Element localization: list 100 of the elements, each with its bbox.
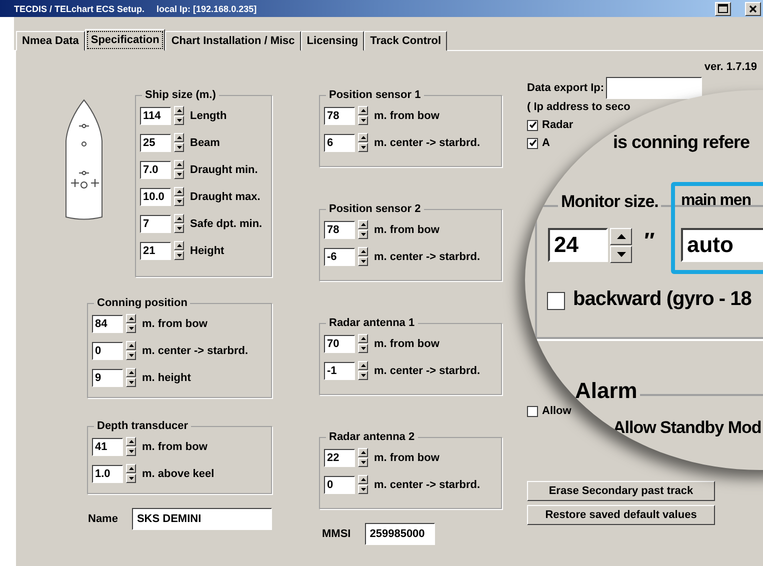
spin-down-button[interactable] [358,257,368,266]
data-export-field[interactable] [606,77,702,99]
spin-up-button[interactable] [126,368,136,377]
spin-up-button[interactable] [126,314,136,323]
number-field[interactable]: 70 [324,334,355,352]
spin-down-button[interactable] [126,351,136,360]
number-field[interactable]: 25 [140,134,171,152]
spin-down-button[interactable] [174,170,184,179]
number-field[interactable]: 22 [324,448,355,466]
mmsi-field[interactable]: 259985000 [364,523,435,545]
spin-up-button[interactable] [126,341,136,350]
field-label: m. from bow [142,318,208,330]
spin-down-button[interactable] [358,116,368,125]
checkbox[interactable] [527,120,538,130]
spin-down-button[interactable] [610,246,632,263]
spin-up-button[interactable] [610,228,632,245]
close-button[interactable] [745,2,761,16]
down-arrow-icon [360,461,366,464]
spin-up-button[interactable] [174,214,184,223]
number-field[interactable]: 21 [140,242,171,260]
number-field[interactable]: 0 [324,476,355,494]
checkbox[interactable] [527,138,538,148]
tab[interactable]: Nmea Data [16,31,85,51]
number-field[interactable]: 78 [324,106,355,124]
spin-down-button[interactable] [174,224,184,233]
spin-down-button[interactable] [126,378,136,387]
spin-up-button[interactable] [126,437,136,446]
number-field[interactable]: 6 [324,134,355,152]
spin-down-button[interactable] [174,143,184,152]
close-icon [749,4,757,12]
spin-down-button[interactable] [358,371,368,380]
spin-up-button[interactable] [174,160,184,169]
spin-down-button[interactable] [126,447,136,456]
number-field[interactable]: 78 [324,220,355,238]
spin-up-button[interactable] [174,187,184,196]
action-button[interactable]: Erase Secondary past track [527,481,715,501]
checkbox[interactable] [547,292,565,310]
number-field[interactable]: 10.0 [140,188,171,206]
number-field[interactable]: 41 [92,438,123,456]
up-arrow-icon [176,136,182,139]
data-export-label: Data export Ip: [527,82,604,94]
spin-up-button[interactable] [358,334,368,343]
spin-down-button[interactable] [174,197,184,206]
action-button[interactable]: Restore saved default values [527,505,715,525]
number-field[interactable]: 7 [140,214,171,232]
down-arrow-icon [360,146,366,149]
number-field[interactable]: 9 [92,368,123,386]
spin-down-button[interactable] [358,143,368,152]
spin-down-button[interactable] [358,344,368,353]
spin-up-button[interactable] [126,464,136,473]
spin-up-button[interactable] [174,106,184,115]
checkbox[interactable] [527,406,538,416]
up-arrow-icon [128,440,134,443]
tab[interactable]: Specification [84,29,166,51]
number-field[interactable]: 84 [92,314,123,332]
spin-down-button[interactable] [174,251,184,260]
down-arrow-icon [128,381,134,384]
down-arrow-icon [360,347,366,350]
spin-up-button[interactable] [358,448,368,457]
down-arrow-icon [176,227,182,230]
tab[interactable]: Chart Installation / Misc [165,31,301,51]
main-menu-field[interactable]: auto [681,228,763,262]
group-title: Position sensor 1 [328,89,422,101]
spin-down-button[interactable] [358,230,368,239]
monitor-size-field[interactable]: 24 [548,228,608,262]
up-arrow-icon [360,250,366,253]
number-field[interactable]: -1 [324,362,355,380]
tab[interactable]: Licensing [300,31,364,51]
tab[interactable]: Track Control [364,31,448,51]
spin-up-button[interactable] [358,220,368,229]
spin-up-button[interactable] [358,133,368,142]
spin-down-button[interactable] [126,474,136,483]
field-label: Draught max. [190,190,260,202]
down-arrow-icon [360,119,366,122]
field-label: m. height [142,372,191,384]
number-field[interactable]: 1.0 [92,464,123,482]
field-label: m. center -> starbrd. [374,250,480,262]
spin-up-button[interactable] [174,241,184,250]
spin-up-button[interactable] [358,361,368,370]
number-field[interactable]: 7.0 [140,160,171,178]
local-ip-text: local Ip: [192.168.0.235] [156,4,257,14]
spin-down-button[interactable] [126,324,136,333]
spin-up-button[interactable] [358,106,368,115]
spin-down-button[interactable] [358,458,368,467]
name-field[interactable]: SKS DEMINI [132,508,272,530]
spin-up-button[interactable] [358,475,368,484]
up-arrow-icon [128,344,134,347]
spin-down-button[interactable] [174,116,184,125]
group-title: Position sensor 2 [328,203,422,215]
field-label: m. center -> starbrd. [374,364,480,376]
number-field[interactable]: 0 [92,342,123,360]
checkbox-label: backward (gyro - 18 [573,288,752,311]
down-arrow-icon [360,233,366,236]
alarm-group-title: Alarm [575,378,638,404]
restore-button[interactable] [715,2,731,16]
spin-up-button[interactable] [358,247,368,256]
spin-up-button[interactable] [174,133,184,142]
spin-down-button[interactable] [358,485,368,494]
number-field[interactable]: -6 [324,248,355,266]
number-field[interactable]: 114 [140,106,171,124]
